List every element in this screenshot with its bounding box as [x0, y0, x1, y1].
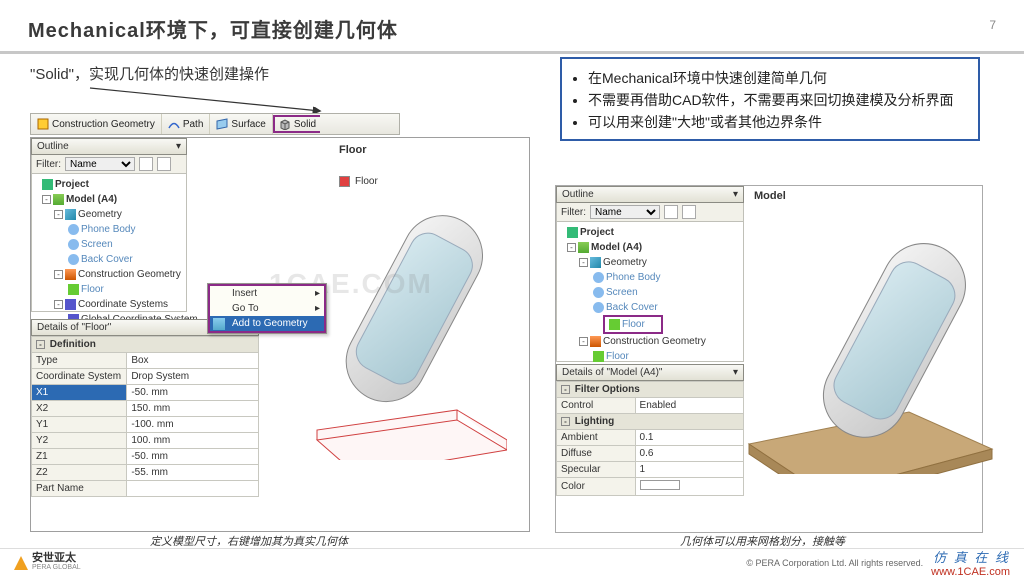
site-tag: 仿 真 在 线: [931, 547, 1010, 566]
filter-select[interactable]: Name: [65, 157, 135, 171]
details-header-r: Details of "Model (A4)"▾: [556, 364, 744, 381]
viewport-3d-r[interactable]: Model: [744, 186, 982, 532]
model-tree-r[interactable]: Project -Model (A4) -Geometry Phone Body…: [556, 222, 744, 362]
viewport-3d[interactable]: Floor Floor 1CAE.COM: [259, 138, 529, 531]
bullets-box: 在Mechanical环境中快速创建简单几何 不需要再借助CAD软件，不需要再来…: [560, 57, 980, 141]
page-number: 7: [989, 18, 996, 32]
geometry-icon: [213, 318, 225, 330]
construction-geometry-button[interactable]: Construction Geometry: [31, 114, 162, 134]
expand-icon[interactable]: [157, 157, 171, 171]
ribbon-toolbar: Construction Geometry Path Surface Solid: [30, 113, 400, 135]
ctx-insert[interactable]: Insert▸: [210, 286, 324, 301]
copyright: © PERA Corporation Ltd. All rights reser…: [746, 558, 923, 568]
triangle-icon: [14, 556, 28, 570]
model-tree[interactable]: Project -Model (A4) -Geometry Phone Body…: [31, 174, 187, 312]
filter-icon[interactable]: [139, 157, 153, 171]
left-screenshot: Outline▾ Filter: Name Project -Model (A4…: [30, 137, 530, 532]
footer: 安世亚太PERA GLOBAL © PERA Corporation Ltd. …: [0, 548, 1024, 576]
filter-row-r[interactable]: Filter: Name: [556, 203, 744, 222]
filter-row[interactable]: Filter: Name: [31, 155, 187, 174]
viewport-title: Floor: [339, 144, 367, 156]
subtitle: "Solid"，实现几何体的快速创建操作: [30, 63, 269, 84]
viewport-title-r: Model: [754, 190, 786, 202]
brand-logo: 安世亚太PERA GLOBAL: [14, 554, 81, 572]
caption-left: 定义模型尺寸，右键增加其为真实几何体: [150, 533, 348, 549]
caption-right: 几何体可以用来网格划分，接触等: [680, 533, 845, 549]
ctx-goto[interactable]: Go To▸: [210, 301, 324, 316]
site-url: www.1CAE.com: [931, 566, 1010, 578]
outline-header-r: Outline▾: [556, 186, 744, 203]
context-menu[interactable]: Insert▸ Go To▸ Add to Geometry: [207, 283, 327, 334]
filter-select-r[interactable]: Name: [590, 205, 660, 219]
legend-item: Floor: [339, 176, 378, 187]
page-title: Mechanical环境下，可直接创建几何体: [28, 14, 1024, 43]
surface-button[interactable]: Surface: [210, 114, 272, 134]
details-table-r[interactable]: - Filter Options ControlEnabled - Lighti…: [556, 381, 744, 496]
path-button[interactable]: Path: [162, 114, 211, 134]
ctx-add-to-geometry[interactable]: Add to Geometry: [210, 316, 324, 331]
outline-header: Outline▾: [31, 138, 187, 155]
right-screenshot: Outline▾ Filter: Name Project -Model (A4…: [555, 185, 983, 533]
solid-button[interactable]: Solid: [273, 115, 320, 133]
details-table[interactable]: - Definition TypeBox Coordinate SystemDr…: [31, 336, 259, 497]
